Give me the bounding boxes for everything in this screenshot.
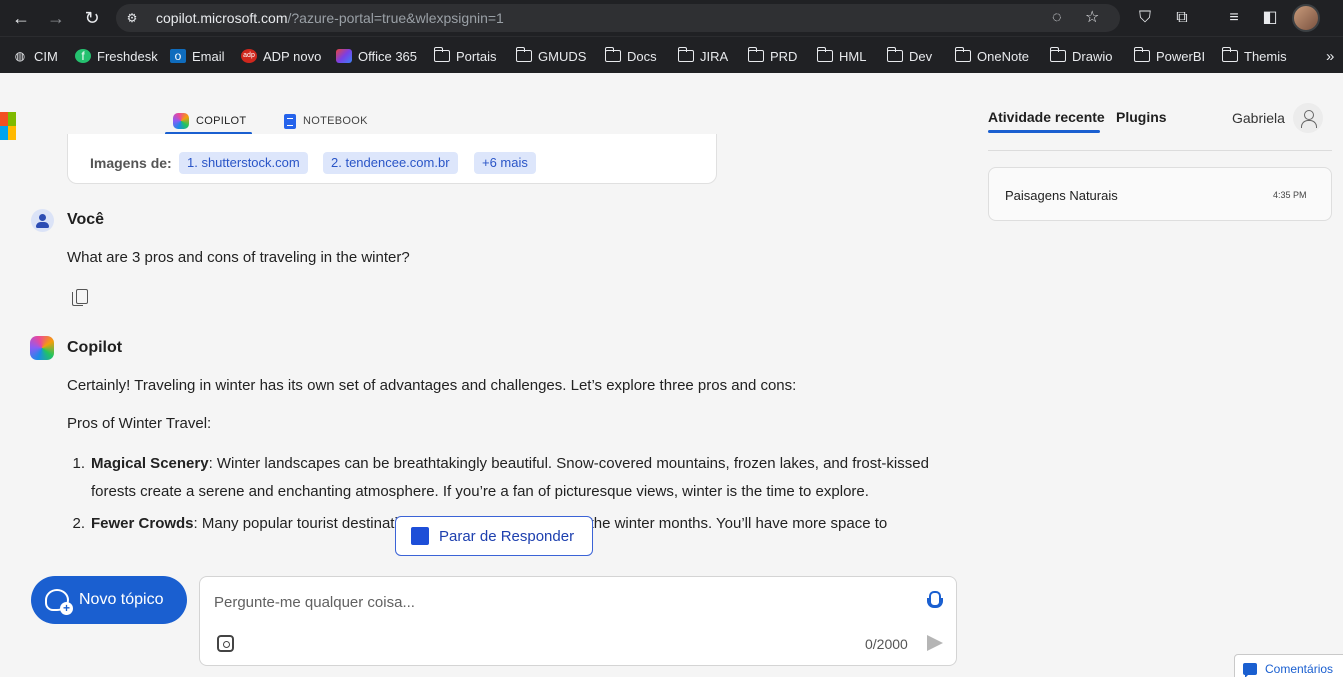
recent-conversation-time: 4:35 PM [1273,190,1307,200]
new-topic-button[interactable]: Novo tópico [31,576,187,624]
bookmark-docs[interactable]: Docs [604,46,657,66]
url-text[interactable]: copilot.microsoft.com/?azure-portal=true… [156,10,504,26]
copilot-page: COPILOT NOTEBOOK Imagens de: 1. shutters… [0,74,1343,677]
source-chip-more[interactable]: +6 mais [474,152,536,174]
folder-icon [886,47,903,62]
eye-slash-icon[interactable]: ◌ [1052,9,1062,27]
tab-copilot[interactable]: COPILOT [173,108,246,134]
new-chat-icon [45,589,73,615]
user-speaker-name: Você [67,211,105,228]
outlook-icon: o [170,49,186,63]
notebook-icon [284,113,296,129]
extensions-puzzle-icon[interactable]: ⧉ [1170,6,1194,30]
bookmark-themis[interactable]: Themis [1221,46,1287,66]
copilot-intro-text: Certainly! Traveling in winter has its o… [67,377,797,394]
source-chip-shutterstock[interactable]: 1. shutterstock.com [179,152,308,174]
bookmark-email[interactable]: o Email [170,46,225,66]
user-avatar-icon [31,209,54,232]
bookmark-gmuds[interactable]: GMUDS [515,46,586,66]
adp-icon: adp [241,49,257,63]
office-icon [336,49,352,63]
section-title: Pros of Winter Travel: [67,415,212,432]
folder-icon [747,47,764,62]
copilot-avatar-icon [30,336,54,360]
divider [988,150,1332,151]
list-item: 1. Magical Scenery: Winter landscapes ca… [72,455,929,500]
feedback-button[interactable]: Comentários [1234,654,1343,677]
bookmark-jira[interactable]: JIRA [677,46,728,66]
bookmark-drawio[interactable]: Drawio [1049,46,1112,66]
folder-icon [954,47,971,62]
bookmark-onenote[interactable]: OneNote [954,46,1029,66]
user-name[interactable]: Gabriela [1232,110,1285,126]
bookmark-office365[interactable]: Office 365 [336,46,417,66]
bookmark-freshdesk[interactable]: f Freshdesk [75,46,158,66]
profile-avatar[interactable] [1292,4,1320,32]
reload-icon[interactable]: ↻ [80,6,104,30]
bookmark-cim[interactable]: ◍ CIM [12,46,58,66]
folder-icon [677,47,694,62]
char-counter: 0/2000 [865,636,908,652]
recent-tab-indicator [988,130,1100,133]
folder-icon [515,47,532,62]
stop-icon [411,527,429,545]
microsoft-logo-icon[interactable] [0,112,16,140]
site-settings-icon[interactable]: ⚙ [124,10,140,26]
bookmark-dev[interactable]: Dev [886,46,932,66]
stop-responding-button[interactable]: Parar de Responder [395,516,593,556]
media-queue-icon[interactable]: ≡ [1222,6,1246,30]
tab-recent-activity[interactable]: Atividade recente [988,109,1105,125]
user-account-icon[interactable] [1293,103,1323,133]
microphone-icon[interactable] [927,591,943,610]
back-arrow-icon[interactable]: ← [9,6,33,30]
image-sources-label: Imagens de: [90,155,172,171]
source-chip-tendencee[interactable]: 2. tendencee.com.br [323,152,458,174]
folder-icon [1133,47,1150,62]
tab-notebook[interactable]: NOTEBOOK [284,108,368,134]
comment-icon [1243,663,1257,677]
star-icon[interactable]: ☆ [1085,9,1099,27]
image-sources-card: Imagens de: 1. shutterstock.com 2. tende… [67,134,717,184]
recent-conversation-item[interactable]: Paisagens Naturais 4:35 PM [988,167,1332,221]
chat-input-box: 0/2000 [199,576,957,666]
bookmark-hml[interactable]: HML [816,46,866,66]
folder-icon [604,47,621,62]
bookmarks-bar: ◍ CIM f Freshdesk o Email adp ADP novo Offic… [0,36,1343,73]
copilot-speaker-name: Copilot [67,339,123,356]
bookmarks-overflow-button[interactable]: » [1326,46,1334,66]
bookmark-prd[interactable]: PRD [747,46,797,66]
address-bar[interactable]: ⚙ copilot.microsoft.com/?azure-portal=tr… [116,4,1120,32]
folder-icon [433,47,450,62]
send-icon[interactable] [927,635,943,651]
chat-input[interactable] [214,589,914,615]
copy-icon[interactable] [72,289,88,306]
image-search-icon[interactable] [217,635,234,652]
recent-conversation-title: Paisagens Naturais [1005,188,1118,203]
user-message-text: What are 3 pros and cons of traveling in… [67,249,410,266]
copilot-icon [173,113,189,129]
tab-plugins[interactable]: Plugins [1116,109,1167,125]
folder-icon [1221,47,1238,62]
bookmark-powerbi[interactable]: PowerBI [1133,46,1205,66]
folder-icon [816,47,833,62]
bookmark-portais[interactable]: Portais [433,46,496,66]
extension-shield-icon[interactable]: ⛉ [1133,6,1157,30]
folder-icon [1049,47,1066,62]
freshdesk-icon: f [75,49,91,63]
forward-arrow-icon[interactable]: → [44,6,68,30]
globe-icon: ◍ [14,49,26,63]
sidepanel-icon[interactable]: ◧ [1258,6,1282,30]
bookmark-adp[interactable]: adp ADP novo [241,46,321,66]
browser-toolbar: ← → ↻ ⚙ copilot.microsoft.com/?azure-por… [0,0,1343,36]
